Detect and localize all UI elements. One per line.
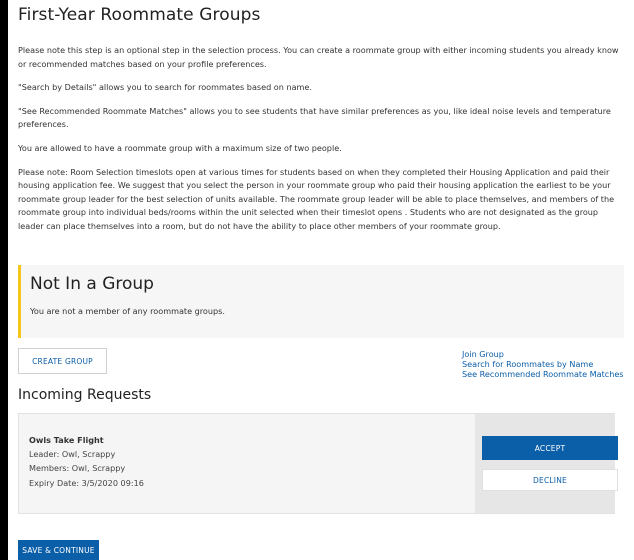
intro-paragraph: "See Recommended Roommate Matches" allow… (18, 105, 611, 130)
intro-text: Please note this step is an optional ste… (18, 44, 622, 244)
request-group-name: Owls Take Flight (29, 435, 104, 445)
page: First-Year Roommate Groups Please note t… (8, 0, 634, 560)
group-status-title: Not In a Group (30, 274, 154, 294)
intro-paragraph: You are allowed to have a roommate group… (18, 142, 342, 153)
save-continue-button[interactable]: SAVE & CONTINUE (18, 540, 99, 560)
intro-paragraph: Please note: Room Selection timeslots op… (18, 166, 615, 231)
request-leader: Leader: Owl, Scrappy (29, 449, 116, 460)
group-status-text: You are not a member of any roommate gro… (30, 306, 225, 316)
recommended-matches-link[interactable]: See Recommended Roommate Matches (462, 369, 624, 380)
request-expiry: Expiry Date: 3/5/2020 09:16 (29, 477, 144, 488)
intro-paragraph: Please note this step is an optional ste… (18, 45, 619, 69)
accept-button[interactable]: ACCEPT (482, 436, 618, 460)
request-card: Owls Take Flight Leader: Owl, Scrappy Me… (18, 413, 618, 514)
group-links: Join Group Search for Roommates by Name … (462, 349, 624, 380)
group-status-panel: Not In a Group You are not a member of a… (18, 265, 624, 338)
request-actions: ACCEPT DECLINE (475, 414, 618, 513)
request-members: Members: Owl, Scrappy (29, 463, 126, 474)
page-title: First-Year Roommate Groups (18, 5, 261, 25)
create-group-button[interactable]: CREATE GROUP (18, 348, 107, 374)
request-info: Owls Take Flight Leader: Owl, Scrappy Me… (29, 433, 144, 490)
decline-button[interactable]: DECLINE (482, 469, 618, 491)
intro-paragraph: "Search by Details" allows you to search… (18, 82, 312, 93)
incoming-requests-title: Incoming Requests (18, 387, 152, 403)
